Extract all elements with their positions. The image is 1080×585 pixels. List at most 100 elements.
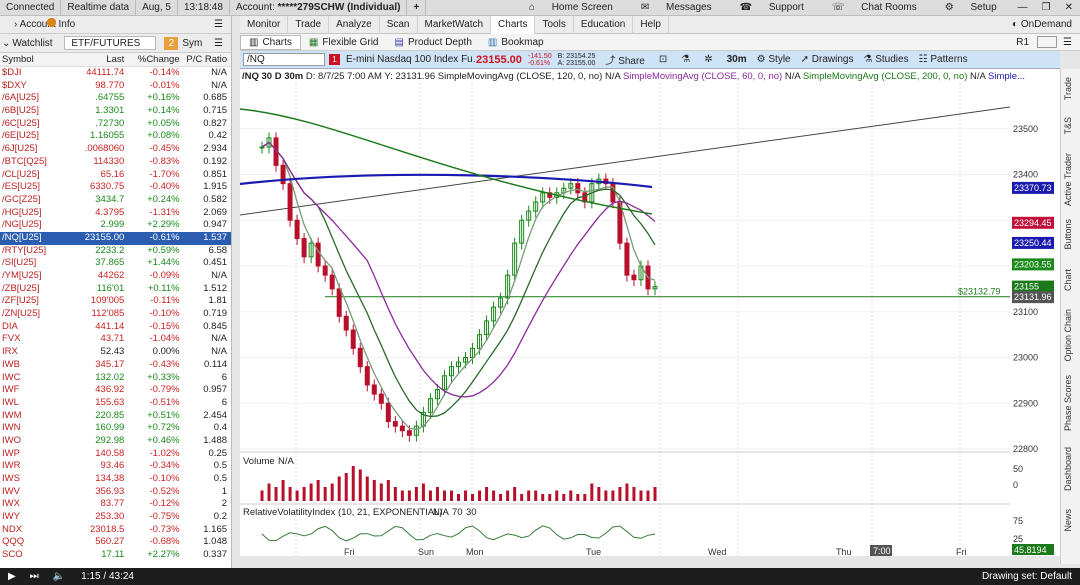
tab-flexible-grid[interactable]: ▦ Flexible Grid	[301, 37, 387, 48]
support-button[interactable]: ☎ Support	[726, 0, 818, 16]
right-tab-5[interactable]: Option Chain	[1063, 309, 1073, 362]
menu-help[interactable]: Help	[633, 15, 669, 34]
flask-icon[interactable]: ⚗	[681, 54, 690, 65]
col-last[interactable]: Last	[77, 53, 128, 66]
watchlist-row[interactable]: IWX 83.77 -0.12% 2	[0, 498, 231, 511]
menu-icon[interactable]: ☰	[214, 38, 231, 49]
watchlist-row[interactable]: /NG[U25] 2.999 +2.29% 0.947	[0, 219, 231, 232]
watchlist-row[interactable]: IWY 253.30 -0.75% 0.2	[0, 511, 231, 524]
menu-icon[interactable]: ☰	[214, 16, 231, 34]
watchlist-row[interactable]: /ZN[U25] 112'085 -0.10% 0.719	[0, 308, 231, 321]
right-tab-3[interactable]: Buttons	[1063, 219, 1073, 250]
play-icon[interactable]: ▶	[0, 571, 24, 582]
minimize-button[interactable]: —	[1011, 0, 1035, 16]
right-tab-4[interactable]: Chart	[1063, 269, 1073, 291]
menu-tools[interactable]: Tools	[535, 15, 574, 34]
chart-area[interactable]: /NQ 30 D 30m D: 8/7/25 7:00 AM Y: 23131.…	[240, 69, 1060, 556]
sym-tab[interactable]: Sym	[178, 38, 202, 49]
setup-button[interactable]: ⚙ Setup	[931, 0, 1011, 16]
watchlist-row[interactable]: /SI[U25] 37.865 +1.44% 0.451	[0, 257, 231, 270]
link-badge[interactable]: 1	[329, 54, 340, 65]
chat-rooms-button[interactable]: ☏ Chat Rooms	[818, 0, 931, 16]
maximize-button[interactable]: ❐	[1035, 0, 1058, 16]
layout-button[interactable]	[1037, 36, 1058, 48]
watchlist-row[interactable]: /RTY[U25] 2233.2 +0.59% 6.58	[0, 245, 231, 258]
right-tab-7[interactable]: Dashboard	[1063, 447, 1073, 491]
watchlist-row[interactable]: IWN 160.99 +0.72% 0.4	[0, 18, 231, 435]
settings-icon[interactable]: ✲	[704, 54, 712, 65]
volume-icon[interactable]: 🔈	[45, 571, 73, 582]
watchlist-row[interactable]: IWV 356.93 -0.52% 1	[0, 18, 231, 499]
watchlist-row[interactable]: IWS 134.38 -0.10% 0.5	[0, 473, 231, 486]
tab-bookmap[interactable]: ▥ Bookmap	[480, 37, 552, 48]
menu-scan[interactable]: Scan	[380, 15, 418, 34]
right-tab-6[interactable]: Phase Scores	[1063, 375, 1073, 431]
menu-education[interactable]: Education	[574, 15, 634, 34]
style-button[interactable]: ⚙ Style	[757, 54, 791, 65]
watchlist-row[interactable]: IWP 140.58 -1.02% 0.25	[0, 448, 231, 461]
watchlist-row[interactable]: /YM[U25] 44262 -0.09% N/A	[0, 270, 231, 283]
watchlist-row[interactable]: /6J[U25] .0068060 -0.45% 2.934	[0, 143, 231, 156]
watchlist-row[interactable]: IWR 93.46 -0.34% 0.5	[0, 460, 231, 473]
right-tab-1[interactable]: T&S	[1063, 117, 1073, 135]
col-pc-ratio[interactable]: P/C Ratio	[184, 53, 231, 66]
share-button[interactable]: ⤴ Share	[605, 52, 644, 67]
watchlist-row[interactable]: IWO 292.98 +0.46% 1.488	[0, 18, 231, 448]
watchlist-row[interactable]: /ES[U25] 6330.75 -0.40% 1.915	[0, 181, 231, 194]
menu-monitor[interactable]: Monitor	[240, 15, 289, 34]
chevron-down-icon[interactable]: ⌄	[0, 38, 10, 49]
watchlist-row[interactable]: IRX 52.43 0.00% N/A	[0, 346, 231, 359]
next-icon[interactable]: ⏭	[24, 571, 45, 582]
menu-charts[interactable]: Charts	[491, 15, 536, 34]
messages-button[interactable]: ✉ Messages	[627, 0, 726, 16]
menu-trade[interactable]: Trade	[288, 15, 330, 34]
tab-charts[interactable]: ▥ Charts	[240, 34, 301, 50]
screenshot-icon[interactable]: ⊡	[659, 54, 667, 65]
drawings-button[interactable]: ➚ Drawings	[801, 54, 854, 65]
watchlist-row[interactable]: /6E[U25] 1.16055 +0.08% 0.42	[0, 130, 231, 143]
watchlist-row[interactable]: /ZB[U25] 116'01 +0.11% 1.512	[0, 283, 231, 296]
symbol-input[interactable]: /NQ	[243, 53, 325, 66]
menu-analyze[interactable]: Analyze	[329, 15, 380, 34]
col-change[interactable]: %Change	[128, 53, 183, 66]
linking-badge[interactable]: 2	[164, 36, 179, 50]
right-tab-0[interactable]: Trade	[1063, 77, 1073, 100]
watchlist-row[interactable]: FVX 43.71 -1.04% N/A	[0, 333, 231, 346]
price-chart[interactable]: 2280022900230002310023200233002340023500…	[240, 69, 1060, 556]
watchlist-row[interactable]: IWB 345.17 -0.43% 0.114	[0, 18, 231, 372]
col-symbol[interactable]: Symbol	[0, 53, 77, 66]
watchlist-row[interactable]: $DJI 44111.74 -0.14% N/A	[0, 67, 231, 80]
watchlist-row[interactable]: /GC[Z25] 3434.7 +0.24% 0.582	[0, 194, 231, 207]
watchlist-row[interactable]: /6A[U25] .64755 +0.16% 0.685	[0, 92, 231, 105]
close-button[interactable]: ✕	[1058, 0, 1080, 16]
watchlist-row[interactable]: IWM 220.85 +0.51% 2.454	[0, 18, 231, 423]
watchlist-row[interactable]: /ZF[U25] 109'005 -0.11% 1.81	[0, 295, 231, 308]
ondemand-button[interactable]: ◐ OnDemand	[1004, 19, 1080, 30]
watchlist-row[interactable]: SCO 17.11 +2.27% 0.337	[0, 549, 231, 562]
menu-icon[interactable]: ☰	[1063, 37, 1080, 48]
watchlist-row[interactable]: /BTC[Q25] 114330 -0.83% 0.192	[0, 156, 231, 169]
right-tab-2[interactable]: Active Trader	[1063, 153, 1073, 206]
home-screen-button[interactable]: ⌂ Home Screen	[515, 0, 627, 16]
tab-product-depth[interactable]: ▤ Product Depth	[387, 37, 480, 48]
watchlist-row[interactable]: IWC 132.02 +0.33% 6	[0, 372, 231, 385]
timeframe-select[interactable]: 30m	[727, 54, 747, 65]
studies-button[interactable]: ⚗ Studies	[863, 54, 908, 65]
add-icon[interactable]: +	[407, 0, 427, 16]
watchlist-row[interactable]: $DXY 98.770 -0.01% N/A	[0, 80, 231, 93]
watchlist-row[interactable]: DIA 441.14 -0.15% 0.845	[0, 18, 231, 334]
patterns-button[interactable]: ☷ Patterns	[919, 54, 968, 65]
watchlist-row[interactable]: /HG[U25] 4.3795 -1.31% 2.069	[0, 207, 231, 220]
right-tab-8[interactable]: News	[1063, 509, 1073, 532]
watchlist-row[interactable]: /6B[U25] 1.3301 +0.14% 0.715	[0, 105, 231, 118]
account-info-header[interactable]: › Account Info ☰	[0, 16, 231, 34]
watchlist-row[interactable]: /6C[U25] .72730 +0.05% 0.827	[0, 118, 231, 131]
watchlist-select[interactable]: ETF/FUTURES	[64, 36, 157, 50]
watchlist-row[interactable]: /NQ[U25] 23155.00 -0.61% 1.537	[0, 231, 231, 245]
watchlist-row[interactable]: IWF 436.92 -0.79% 0.957	[0, 384, 231, 397]
menu-marketwatch[interactable]: MarketWatch	[418, 15, 492, 34]
watchlist-row[interactable]: QQQ 560.27 -0.68% 1.048	[0, 18, 231, 549]
watchlist-row[interactable]: /CL[U25] 65.16 -1.70% 0.851	[0, 169, 231, 182]
watchlist-row[interactable]: NDX 23018.5 -0.73% 1.165	[0, 524, 231, 537]
watchlist-row[interactable]: IWL 155.63 -0.51% 6	[0, 397, 231, 410]
